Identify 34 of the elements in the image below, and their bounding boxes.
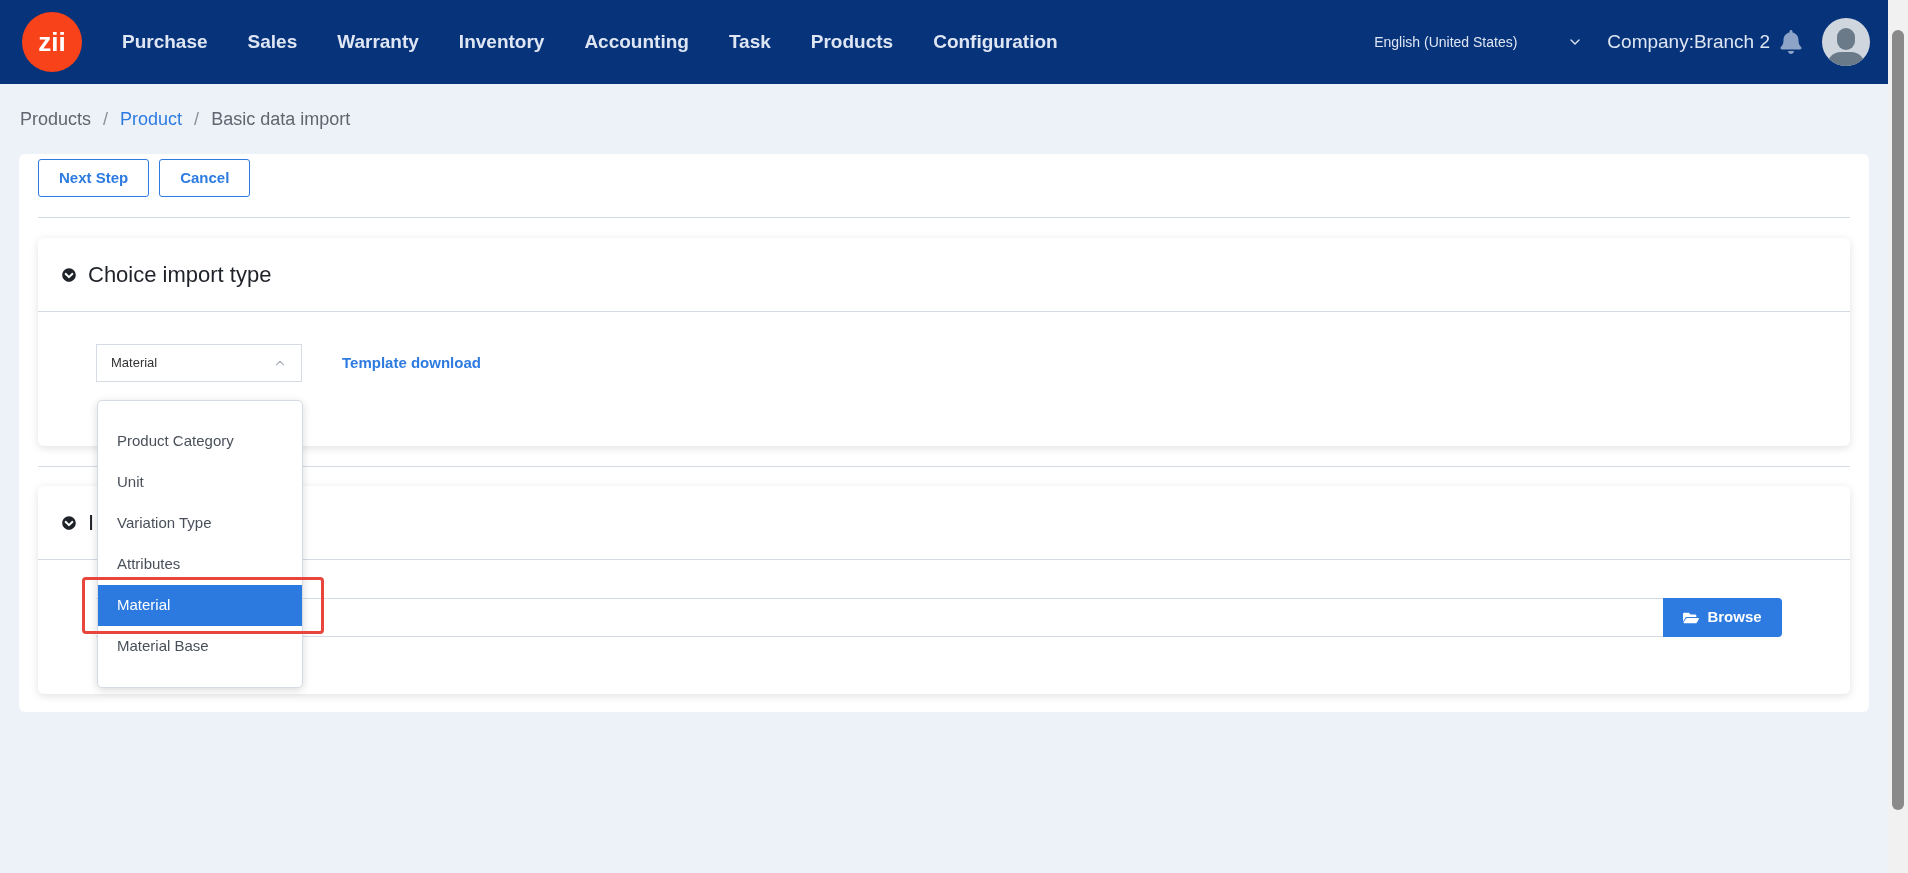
- action-button[interactable]: Cancel: [159, 159, 251, 197]
- section-title: I: [88, 509, 95, 537]
- dropdown-option[interactable]: Product Category: [98, 421, 302, 462]
- bell-icon[interactable]: [1780, 30, 1802, 54]
- nav-menu-item[interactable]: Task: [708, 27, 791, 57]
- nav-menu-item[interactable]: Inventory: [438, 27, 565, 57]
- collapse-icon[interactable]: [62, 515, 76, 530]
- action-button[interactable]: Next Step: [38, 159, 150, 197]
- breadcrumb-separator: /: [194, 107, 200, 131]
- browse-button[interactable]: Browse: [1663, 598, 1782, 637]
- avatar[interactable]: [1822, 18, 1870, 66]
- logo[interactable]: zii: [22, 12, 82, 72]
- nav-menu-item[interactable]: Configuration: [913, 27, 1078, 57]
- nav-menu-item[interactable]: Products: [790, 27, 914, 57]
- dropdown-option[interactable]: Variation Type: [98, 503, 302, 544]
- breadcrumb-separator: /: [103, 107, 109, 131]
- breadcrumb-item: Basic data import: [211, 107, 351, 131]
- company-name: Company:Branch 2: [1607, 29, 1770, 54]
- nav-menu-item[interactable]: Sales: [227, 27, 318, 57]
- nav-menu-item[interactable]: Purchase: [102, 27, 228, 57]
- scrollbar[interactable]: [1888, 0, 1908, 873]
- breadcrumb-link[interactable]: Product: [120, 105, 183, 133]
- dropdown-option[interactable]: Attributes: [98, 544, 302, 585]
- import-type-select[interactable]: Material: [96, 344, 302, 382]
- language-select[interactable]: English (United States): [1374, 31, 1584, 53]
- template-download-link[interactable]: Template download: [342, 351, 481, 375]
- dropdown-option[interactable]: Material: [98, 585, 302, 626]
- collapse-icon[interactable]: [62, 267, 76, 282]
- nav-menu-item[interactable]: Accounting: [564, 27, 709, 57]
- section-title: Choice import type: [88, 261, 272, 289]
- nav-menu-item[interactable]: Warranty: [317, 27, 439, 57]
- dropdown-option[interactable]: Material Base: [98, 626, 302, 667]
- breadcrumb-item[interactable]: Products: [20, 105, 92, 133]
- dropdown-option[interactable]: Unit: [98, 462, 302, 503]
